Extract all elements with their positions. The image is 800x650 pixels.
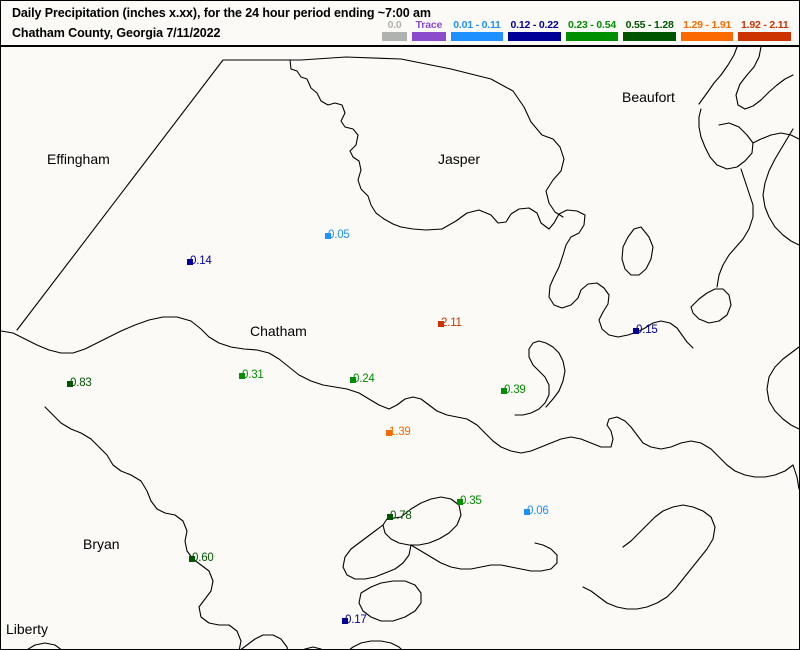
station-value-label: 0.14 bbox=[190, 255, 212, 267]
legend-label: 0.01 - 0.11 bbox=[453, 19, 501, 31]
legend-color-swatch bbox=[508, 32, 561, 41]
station-value-label: 0.78 bbox=[390, 510, 412, 522]
page-subtitle: Chatham County, Georgia 7/11/2022 bbox=[12, 26, 221, 40]
station-value-label: 2.11 bbox=[441, 317, 462, 329]
ogeechee-marsh-2 bbox=[342, 524, 412, 580]
legend-label: Trace bbox=[415, 19, 443, 31]
legend-label: 0.0 bbox=[387, 19, 402, 31]
beaufort-channel-1 bbox=[698, 47, 738, 105]
beaufort-channel-3 bbox=[698, 108, 754, 170]
station-value-label: 0.35 bbox=[460, 495, 482, 507]
legend-item-7: 1.92 - 2.11 bbox=[738, 19, 792, 41]
station-value-label: 0.17 bbox=[345, 614, 367, 626]
station-value-label: 0.83 bbox=[70, 377, 92, 389]
bryan-inlet-1 bbox=[240, 634, 288, 649]
legend-label: 0.55 - 1.28 bbox=[625, 19, 674, 31]
legend-color-swatch bbox=[450, 32, 504, 41]
legend-item-4: 0.23 - 0.54 bbox=[565, 19, 619, 41]
beaufort-inlet-1 bbox=[621, 226, 654, 276]
station-value-label: 0.05 bbox=[328, 229, 350, 241]
legend-color-swatch bbox=[382, 32, 408, 41]
legend-label: 1.92 - 2.11 bbox=[741, 19, 789, 31]
precipitation-map-page: Daily Precipitation (inches x.xx), for t… bbox=[0, 0, 800, 650]
chatham-ne-coast bbox=[520, 416, 794, 478]
legend-label: 0.23 - 0.54 bbox=[568, 19, 617, 31]
precipitation-legend: 0.0 Trace 0.01 - 0.11 0.12 - 0.22 0.23 - 0.5… bbox=[382, 20, 796, 45]
savannah-river-north-boundary bbox=[289, 59, 443, 231]
liberty-county-boundary bbox=[27, 642, 62, 649]
legend-item-3: 0.12 - 0.22 bbox=[508, 20, 561, 41]
legend-color-swatch bbox=[623, 32, 676, 41]
page-title: Daily Precipitation (inches x.xx), for t… bbox=[12, 6, 431, 20]
county-label-jasper: Jasper bbox=[438, 151, 481, 167]
county-label-beaufort: Beaufort bbox=[622, 89, 675, 105]
legend-color-swatch bbox=[680, 32, 734, 41]
legend-item-2: 0.01 - 0.11 bbox=[450, 19, 504, 41]
jasper-upper-boundary bbox=[289, 56, 565, 218]
beaufort-channel-5 bbox=[716, 168, 754, 288]
station-value-label: 0.39 bbox=[504, 384, 526, 396]
county-label-bryan: Bryan bbox=[83, 536, 120, 552]
legend-item-0: 0.0 bbox=[382, 19, 408, 41]
station-value-label: 0.31 bbox=[242, 369, 264, 381]
beaufort-channel-2 bbox=[735, 47, 794, 110]
beaufort-channel-4 bbox=[752, 132, 799, 144]
legend-label: 0.12 - 0.22 bbox=[510, 19, 559, 31]
legend-item-5: 0.55 - 1.28 bbox=[623, 20, 676, 41]
county-label-chatham: Chatham bbox=[250, 323, 307, 339]
county-label-effingham: Effingham bbox=[47, 151, 110, 167]
station-value-label: 0.06 bbox=[527, 505, 549, 517]
legend-color-swatch bbox=[738, 32, 792, 41]
legend-item-1: Trace bbox=[412, 20, 446, 41]
station-value-label: 0.60 bbox=[192, 552, 214, 564]
barrier-island-south bbox=[358, 580, 422, 622]
ogeechee-marsh-3 bbox=[410, 542, 558, 572]
bryan-inlet-2 bbox=[303, 646, 322, 649]
bryan-inlet-3 bbox=[349, 640, 402, 649]
right-channel-tail bbox=[766, 346, 799, 430]
station-value-label: 0.15 bbox=[636, 324, 658, 336]
legend-item-6: 1.29 - 1.91 bbox=[680, 19, 734, 41]
map-boundaries-svg bbox=[1, 47, 799, 649]
map-panel: Effingham Jasper Beaufort Chatham Bryan Liber… bbox=[0, 46, 800, 650]
atlantic-coast-edge bbox=[792, 464, 799, 490]
legend-label: 1.29 - 1.91 bbox=[683, 19, 732, 31]
header-band: Daily Precipitation (inches x.xx), for t… bbox=[0, 0, 800, 46]
legend-color-swatch bbox=[412, 32, 446, 41]
beaufort-channel-6 bbox=[762, 128, 799, 246]
station-value-label: 0.24 bbox=[353, 373, 375, 385]
bryan-chatham-boundary bbox=[44, 406, 242, 649]
legend-color-swatch bbox=[565, 32, 619, 41]
county-label-liberty: Liberty bbox=[6, 621, 49, 637]
ossabaw-sound-outline bbox=[582, 504, 716, 610]
chatham-northwest-boundary bbox=[16, 59, 291, 331]
wilmington-river-outline bbox=[514, 340, 566, 416]
station-value-label: 1.39 bbox=[389, 426, 411, 438]
beaufort-inlet-2 bbox=[690, 288, 732, 324]
